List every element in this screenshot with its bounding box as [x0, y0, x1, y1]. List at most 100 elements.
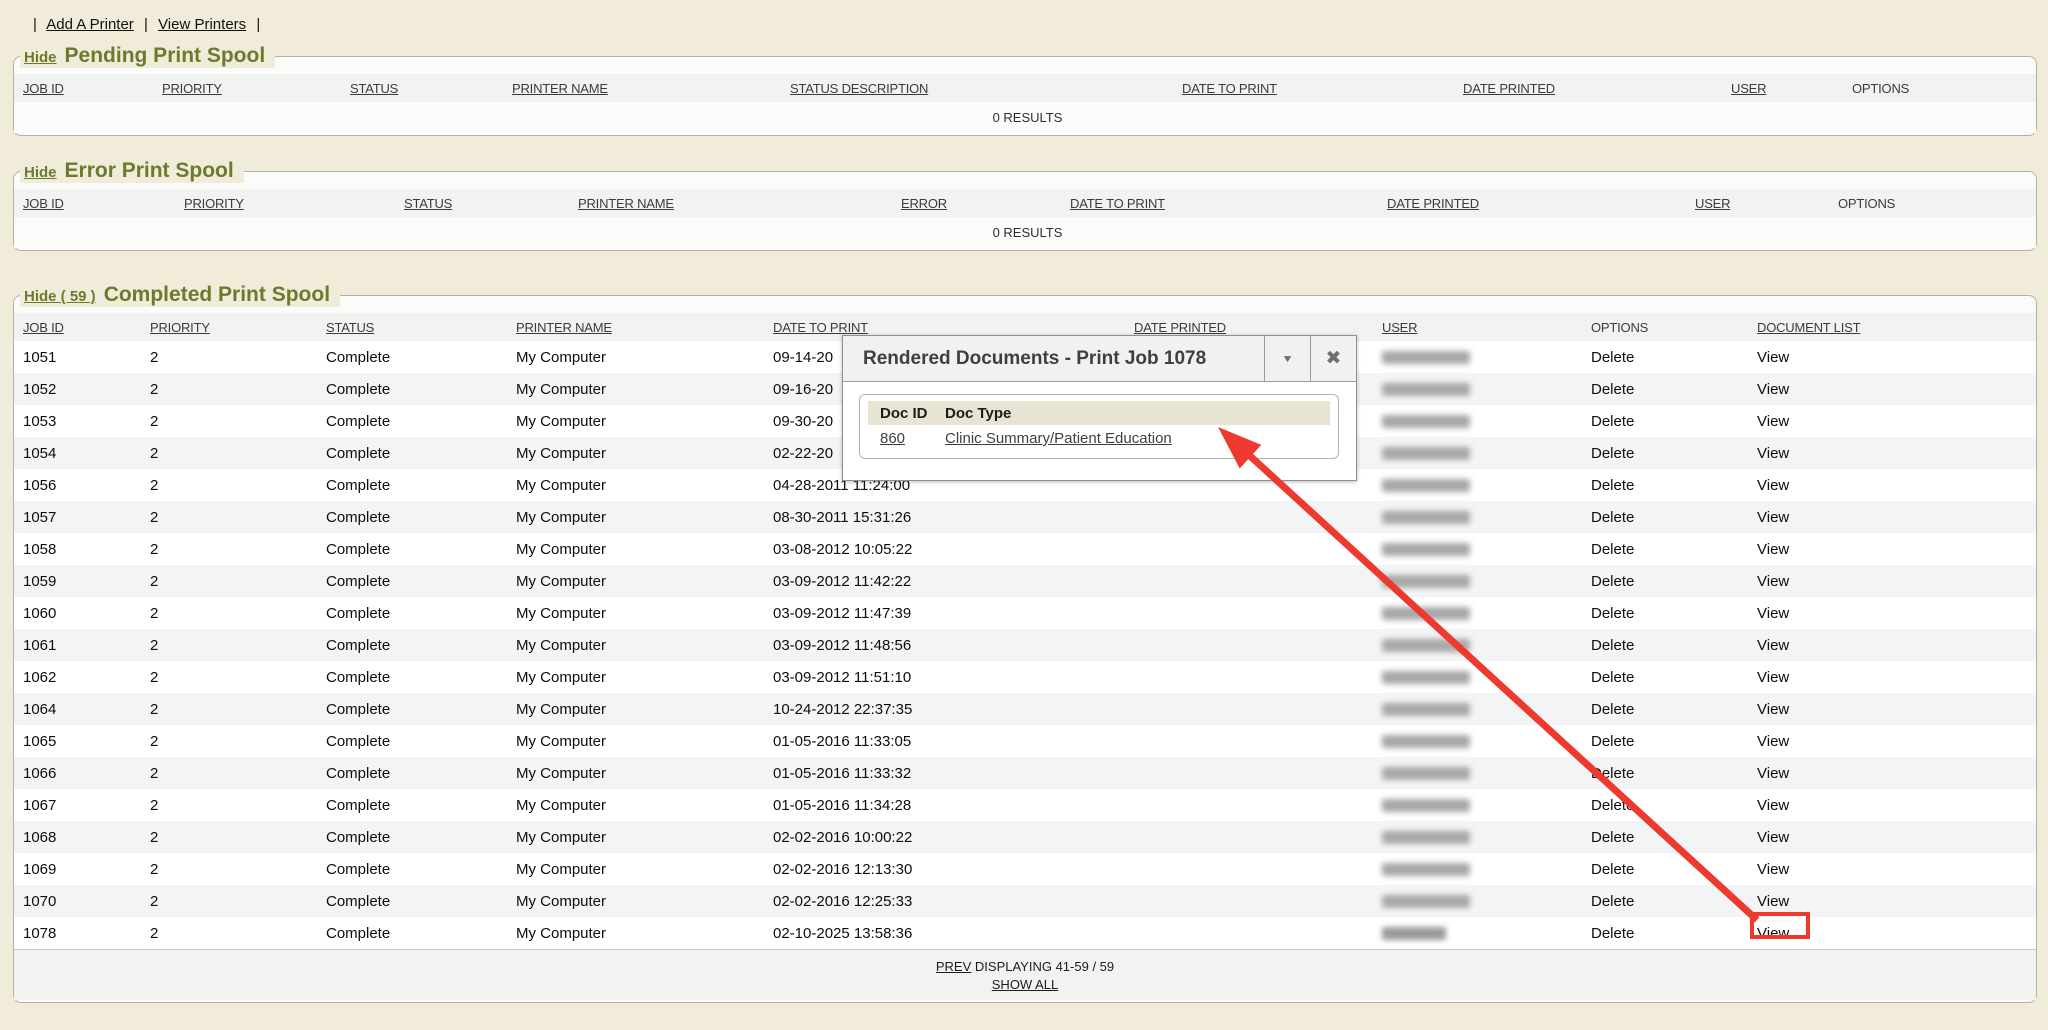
doc-table-row: 860 Clinic Summary/Patient Education	[868, 425, 1330, 452]
cell-date-to-print: 01-05-2016 11:34:28	[764, 789, 1125, 821]
cell-document-list-view-link[interactable]: View	[1757, 541, 1789, 558]
cell-document-list-view: View	[1748, 597, 2036, 629]
cell-document-list-view-link[interactable]: View	[1757, 477, 1789, 494]
cell-document-list-view-link[interactable]: View	[1757, 349, 1789, 366]
cell-options-delete-link[interactable]: Delete	[1591, 797, 1634, 814]
dialog-titlebar[interactable]: Rendered Documents - Print Job 1078 ▼ ✖	[843, 336, 1356, 382]
cell-document-list-view-link[interactable]: View	[1757, 573, 1789, 590]
cell-priority-text: 2	[150, 573, 158, 590]
cell-priority-text: 2	[150, 541, 158, 558]
cell-user	[1373, 341, 1582, 373]
cell-options-delete-link[interactable]: Delete	[1591, 413, 1634, 430]
pending-hide-link[interactable]: Hide	[24, 49, 57, 66]
doc-type-column-header: Doc Type	[945, 405, 1330, 422]
doc-type-link[interactable]: Clinic Summary/Patient Education	[945, 430, 1172, 447]
cell-options-delete-link[interactable]: Delete	[1591, 733, 1634, 750]
cell-status: Complete	[317, 597, 507, 629]
cell-document-list-view-link[interactable]: View	[1757, 605, 1789, 622]
cell-options-delete-link[interactable]: Delete	[1591, 925, 1634, 942]
cell-options-delete-link[interactable]: Delete	[1591, 829, 1634, 846]
cell-document-list-view-link[interactable]: View	[1757, 669, 1789, 686]
cell-document-list-view-link[interactable]: View	[1757, 861, 1789, 878]
error-col-job-id[interactable]: JOB ID	[14, 189, 175, 217]
cell-user	[1373, 437, 1582, 469]
cell-options-delete: Delete	[1582, 469, 1748, 501]
cell-date-to-print: 02-02-2016 12:25:33	[764, 885, 1125, 917]
pending-col-status[interactable]: STATUS	[341, 74, 503, 102]
dialog-close-button[interactable]: ✖	[1310, 336, 1356, 381]
cell-priority-text: 2	[150, 861, 158, 878]
cell-options-delete-link[interactable]: Delete	[1591, 861, 1634, 878]
completed-col-user[interactable]: USER	[1373, 313, 1582, 341]
error-hide-link[interactable]: Hide	[24, 164, 57, 181]
cell-priority: 2	[141, 629, 317, 661]
cell-document-list-view-link[interactable]: View	[1757, 701, 1789, 718]
cell-document-list-view-link[interactable]: View	[1757, 637, 1789, 654]
cell-status: Complete	[317, 469, 507, 501]
cell-printer-name: My Computer	[507, 917, 764, 949]
error-col-priority[interactable]: PRIORITY	[175, 189, 395, 217]
cell-user	[1373, 597, 1582, 629]
cell-printer-name: My Computer	[507, 885, 764, 917]
error-col-status[interactable]: STATUS	[395, 189, 569, 217]
dialog-minimize-button[interactable]: ▼	[1264, 336, 1310, 381]
cell-document-list-view-link[interactable]: View	[1757, 381, 1789, 398]
doc-id-link[interactable]: 860	[880, 430, 905, 447]
completed-col-status[interactable]: STATUS	[317, 313, 507, 341]
cell-date-printed	[1125, 725, 1373, 757]
error-col-date-to-print[interactable]: DATE TO PRINT	[1061, 189, 1378, 217]
cell-document-list-view-link[interactable]: View	[1757, 797, 1789, 814]
cell-options-delete-link[interactable]: Delete	[1591, 605, 1634, 622]
completed-col-document-list[interactable]: DOCUMENT LIST	[1748, 313, 2036, 341]
add-a-printer-link[interactable]: Add A Printer	[46, 16, 134, 33]
pending-col-printer-name[interactable]: PRINTER NAME	[503, 74, 781, 102]
cell-date-to-print-text: 03-09-2012 11:47:39	[773, 605, 911, 622]
cell-options-delete-link[interactable]: Delete	[1591, 893, 1634, 910]
cell-document-list-view-link[interactable]: View	[1757, 413, 1789, 430]
completed-col-priority[interactable]: PRIORITY	[141, 313, 317, 341]
completed-col-job-id[interactable]: JOB ID	[14, 313, 141, 341]
cell-job-id: 1064	[14, 693, 141, 725]
pending-col-priority[interactable]: PRIORITY	[153, 74, 341, 102]
cell-document-list-view-link[interactable]: View	[1757, 925, 1789, 942]
cell-options-delete-link[interactable]: Delete	[1591, 573, 1634, 590]
cell-date-printed	[1125, 757, 1373, 789]
error-col-date-printed[interactable]: DATE PRINTED	[1378, 189, 1686, 217]
pending-col-job-id[interactable]: JOB ID	[14, 74, 153, 102]
cell-printer-name-text: My Computer	[516, 797, 606, 814]
cell-options-delete-link[interactable]: Delete	[1591, 445, 1634, 462]
cell-options-delete-link[interactable]: Delete	[1591, 765, 1634, 782]
error-col-error[interactable]: ERROR	[892, 189, 1061, 217]
completed-hide-link[interactable]: Hide ( 59 )	[24, 288, 96, 305]
cell-document-list-view-link[interactable]: View	[1757, 765, 1789, 782]
cell-document-list-view-link[interactable]: View	[1757, 445, 1789, 462]
pending-col-status-description[interactable]: STATUS DESCRIPTION	[781, 74, 1173, 102]
cell-document-list-view-link[interactable]: View	[1757, 829, 1789, 846]
cell-document-list-view-link[interactable]: View	[1757, 893, 1789, 910]
cell-document-list-view-link[interactable]: View	[1757, 509, 1789, 526]
cell-options-delete-link[interactable]: Delete	[1591, 349, 1634, 366]
completed-col-printer-name[interactable]: PRINTER NAME	[507, 313, 764, 341]
cell-status-text: Complete	[326, 381, 390, 398]
cell-document-list-view-link[interactable]: View	[1757, 733, 1789, 750]
redacted-user-value	[1382, 479, 1470, 492]
pending-col-date-printed[interactable]: DATE PRINTED	[1454, 74, 1722, 102]
pending-col-date-to-print[interactable]: DATE TO PRINT	[1173, 74, 1454, 102]
cell-priority: 2	[141, 917, 317, 949]
error-col-user[interactable]: USER	[1686, 189, 1829, 217]
cell-date-printed	[1125, 533, 1373, 565]
cell-date-to-print-text: 09-14-20	[773, 349, 833, 366]
prev-page-link[interactable]: PREV	[936, 959, 971, 974]
cell-options-delete-link[interactable]: Delete	[1591, 637, 1634, 654]
cell-options-delete-link[interactable]: Delete	[1591, 541, 1634, 558]
cell-job-id-text: 1056	[23, 477, 56, 494]
show-all-link[interactable]: SHOW ALL	[992, 977, 1058, 992]
view-printers-link[interactable]: View Printers	[158, 16, 246, 33]
cell-options-delete-link[interactable]: Delete	[1591, 509, 1634, 526]
cell-options-delete-link[interactable]: Delete	[1591, 669, 1634, 686]
cell-options-delete-link[interactable]: Delete	[1591, 477, 1634, 494]
cell-options-delete-link[interactable]: Delete	[1591, 701, 1634, 718]
cell-options-delete-link[interactable]: Delete	[1591, 381, 1634, 398]
error-col-printer-name[interactable]: PRINTER NAME	[569, 189, 892, 217]
pending-col-user[interactable]: USER	[1722, 74, 1843, 102]
